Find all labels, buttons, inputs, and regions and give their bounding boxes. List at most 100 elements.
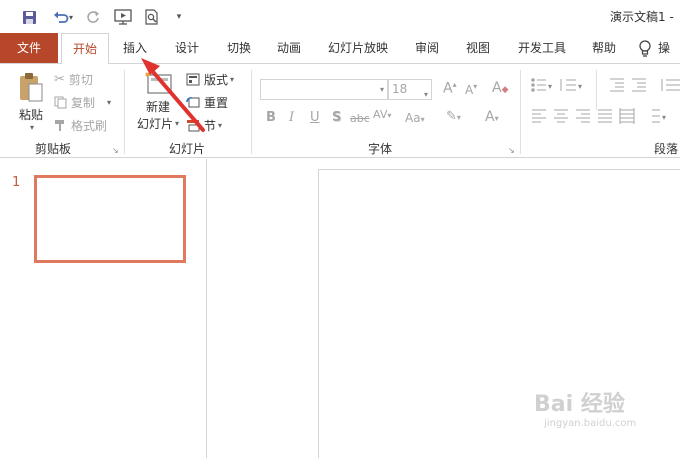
ribbon-panel: 粘贴 ▾ ✂ 剪切 复制 ▾ 格式刷 剪贴板 ↘ 新建 幻灯片 ▾ 版式 ▾ 重… [0, 63, 680, 158]
new-slide-button[interactable]: 新建 幻灯片 ▾ [134, 72, 182, 132]
new-slide-label-2-text: 幻灯片 [136, 117, 173, 131]
tab-review[interactable]: 审阅 [408, 33, 446, 63]
slide-thumbnail[interactable] [34, 175, 186, 263]
customize-qat-icon: ▾ [176, 12, 182, 22]
grow-font-button[interactable]: A▴ [443, 80, 457, 97]
redo-icon [87, 11, 99, 23]
clear-formatting-icon: A [492, 80, 502, 96]
copy-label: 复制 [71, 96, 96, 110]
watermark-url: jingyan.baidu.com [544, 418, 637, 429]
highlighter-icon: ✎ [446, 109, 457, 124]
tab-home[interactable]: 开始 [61, 33, 109, 64]
section-dropdown-icon[interactable]: ▾ [218, 121, 222, 130]
paragraph-group-label: 段落 [654, 142, 679, 156]
start-from-beginning-button[interactable] [112, 7, 134, 27]
underline-icon: U [310, 110, 320, 125]
bold-button[interactable]: B [266, 110, 276, 125]
tab-animations[interactable]: 动画 [270, 33, 308, 63]
numbering-icon [560, 79, 576, 91]
cut-button[interactable]: ✂ 剪切 [54, 71, 93, 88]
distributed-icon [619, 108, 635, 124]
paste-dropdown-icon[interactable]: ▾ [30, 123, 34, 132]
paste-icon [20, 73, 43, 102]
bullets-icon [531, 78, 546, 92]
tab-file[interactable]: 文件 [0, 33, 58, 63]
save-icon [22, 10, 36, 24]
cut-label: 剪切 [68, 73, 93, 87]
tab-design[interactable]: 设计 [168, 33, 206, 63]
tab-developer[interactable]: 开发工具 [510, 33, 574, 63]
decrease-indent-icon [610, 78, 624, 92]
clipboard-launcher-icon[interactable]: ↘ [112, 146, 119, 155]
font-size-dropdown-icon[interactable]: ▾ [424, 85, 428, 104]
title-bar: ▾ ▾ 演示文稿1 - [0, 0, 680, 33]
strikethrough-button[interactable]: abc [350, 112, 370, 125]
group-divider [251, 70, 252, 154]
columns-icon [652, 109, 660, 123]
reset-button[interactable]: 重置 [186, 94, 228, 111]
justify-icon [598, 109, 612, 123]
paste-label: 粘贴 [18, 108, 43, 122]
reset-label: 重置 [204, 96, 229, 110]
highlight-color-button[interactable]: ✎▾ [446, 109, 461, 124]
save-button[interactable] [20, 7, 38, 27]
copy-button[interactable]: 复制 ▾ [54, 94, 111, 111]
font-size-value: 18 [392, 82, 408, 96]
clear-formatting-button[interactable]: A◆ [492, 80, 509, 96]
customize-qat-button[interactable]: ▾ [172, 7, 186, 27]
tab-help[interactable]: 帮助 [585, 33, 623, 63]
character-spacing-button[interactable]: AV▾ [373, 108, 391, 121]
align-center-icon [554, 109, 568, 123]
tab-slideshow[interactable]: 幻灯片放映 [324, 33, 392, 63]
text-shadow-button[interactable]: S [332, 110, 341, 125]
font-size-combobox[interactable]: 18 ▾ [388, 79, 432, 100]
paragraph-controls: ▾ ▾ ▾ [531, 78, 680, 124]
print-preview-button[interactable] [142, 7, 162, 27]
character-spacing-icon: AV [373, 108, 388, 121]
format-painter-button[interactable]: 格式刷 [54, 117, 107, 134]
start-from-beginning-icon [114, 9, 132, 25]
layout-dropdown-icon[interactable]: ▾ [230, 75, 234, 84]
font-launcher-icon[interactable]: ↘ [508, 146, 515, 155]
format-painter-icon [55, 120, 64, 131]
copy-dropdown-icon[interactable]: ▾ [107, 98, 111, 107]
undo-dropdown-icon[interactable]: ▾ [69, 13, 73, 22]
group-divider [520, 70, 521, 154]
align-left-icon [532, 109, 546, 123]
strikethrough-icon: abc [350, 112, 370, 125]
slide-thumbnails-pane[interactable]: 1 [0, 159, 207, 458]
grow-font-icon: A [443, 80, 453, 97]
font-color-button[interactable]: A▾ [485, 109, 499, 125]
underline-button[interactable]: U [310, 110, 320, 125]
align-right-icon [576, 109, 590, 123]
font-name-dropdown-icon[interactable]: ▾ [380, 85, 384, 94]
change-case-icon: Aa [405, 111, 421, 125]
layout-button[interactable]: 版式 ▾ [186, 71, 234, 88]
change-case-button[interactable]: Aa▾ [405, 111, 425, 125]
redo-button[interactable] [84, 7, 102, 27]
tab-insert[interactable]: 插入 [116, 33, 154, 63]
font-name-combobox[interactable]: ▾ [260, 79, 388, 100]
section-button[interactable]: 节 ▾ [186, 117, 222, 134]
watermark: Bai 经验 jingyan.baidu.com [534, 386, 636, 429]
paste-button[interactable]: 粘贴 ▾ [14, 72, 48, 132]
new-slide-dropdown-icon[interactable]: ▾ [175, 119, 179, 128]
italic-button[interactable]: I [289, 110, 294, 125]
numbering-dropdown-icon: ▾ [578, 82, 582, 91]
tell-me-label: 操 [658, 41, 671, 55]
section-label: 节 [204, 119, 217, 133]
undo-icon [53, 11, 69, 23]
tab-view[interactable]: 视图 [459, 33, 497, 63]
print-preview-icon [145, 9, 158, 25]
group-divider [124, 70, 125, 154]
shrink-font-icon: A [465, 83, 474, 97]
tab-transitions[interactable]: 切换 [220, 33, 258, 63]
columns-dropdown-icon: ▾ [662, 113, 666, 122]
font-group-label: 字体 [368, 142, 393, 156]
tell-me-button[interactable]: 操 [638, 33, 680, 63]
shrink-font-button[interactable]: A▾ [465, 82, 477, 97]
group-divider [596, 70, 597, 110]
undo-button[interactable]: ▾ [50, 7, 76, 27]
section-icon [187, 120, 200, 132]
line-spacing-icon [661, 79, 680, 91]
